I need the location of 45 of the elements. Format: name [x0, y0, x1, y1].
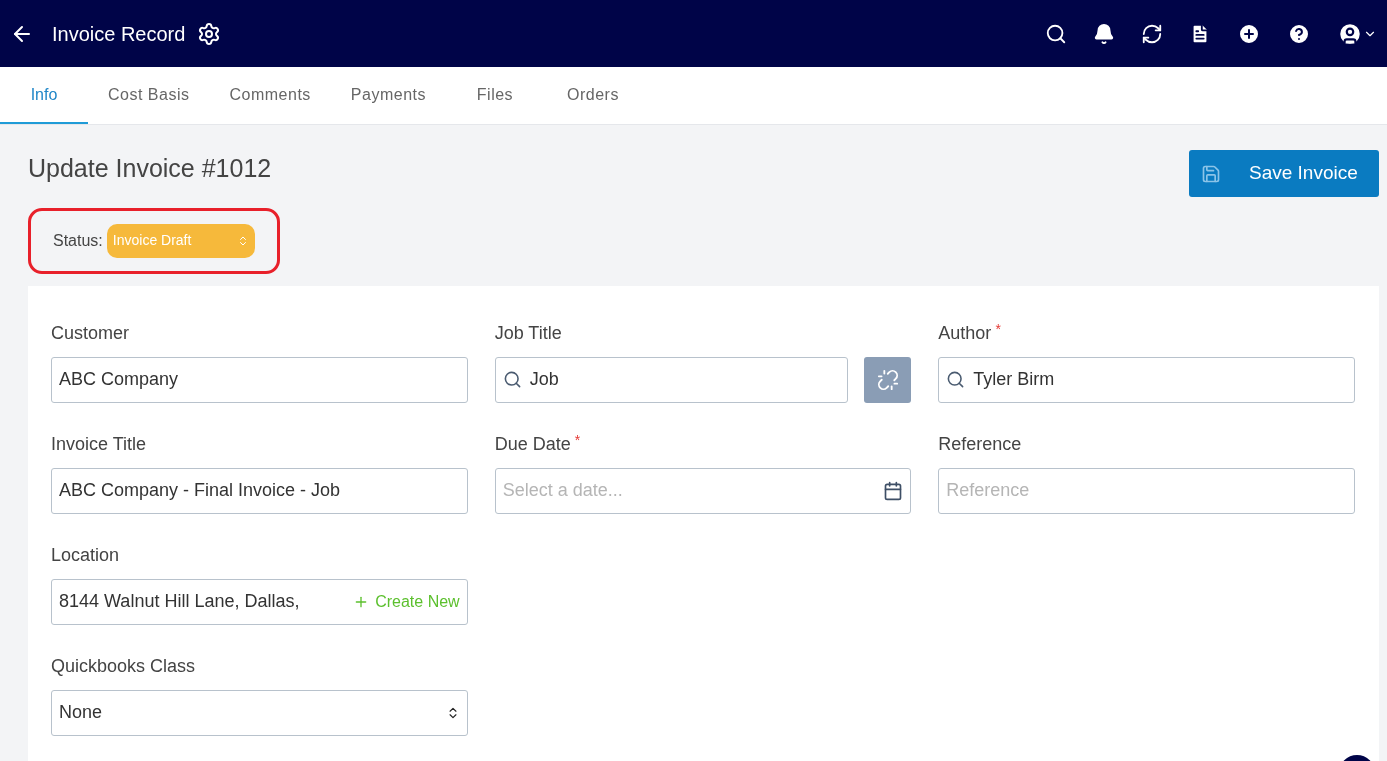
- field-label: Quickbooks Class: [51, 654, 196, 678]
- field-value: Job: [529, 368, 559, 391]
- field-label: Job Title: [494, 321, 562, 345]
- window-title: Invoice Record: [52, 21, 186, 47]
- search-icon: [502, 370, 522, 389]
- field-label: Location: [51, 543, 120, 567]
- location-field[interactable]: 8144 Walnut Hill Lane, Dallas, Create New: [51, 578, 468, 625]
- status-label: Status:: [53, 230, 103, 251]
- settings-icon[interactable]: [197, 21, 222, 46]
- input-field[interactable]: ABC Company: [51, 356, 468, 403]
- field-placeholder: Reference: [946, 479, 1030, 502]
- bell-icon[interactable]: [1093, 22, 1115, 45]
- select-arrows-icon: [237, 234, 249, 247]
- field-value: Tyler Birm: [973, 368, 1055, 391]
- tab[interactable]: Comments: [209, 67, 331, 124]
- page-title: Update Invoice #1012: [28, 153, 273, 184]
- tab[interactable]: Payments: [330, 67, 446, 124]
- field-value: ABC Company - Final Invoice - Job: [59, 479, 341, 502]
- search-field[interactable]: Job: [494, 356, 849, 403]
- tab[interactable]: Info: [0, 67, 88, 124]
- field-value: 8144 Walnut Hill Lane, Dallas,: [59, 590, 300, 613]
- field-label: Reference: [938, 432, 1022, 456]
- save-button[interactable]: Save Invoice: [1189, 150, 1379, 197]
- tab[interactable]: Orders: [543, 67, 642, 124]
- field-label: Invoice Title: [51, 432, 147, 456]
- tab[interactable]: Cost Basis: [88, 67, 210, 124]
- search-field[interactable]: Tyler Birm: [938, 356, 1355, 403]
- calendar-icon: [883, 480, 904, 501]
- select-field[interactable]: None: [51, 689, 468, 736]
- search-icon[interactable]: [1045, 22, 1067, 45]
- unlink-button[interactable]: [864, 356, 912, 403]
- sync-icon[interactable]: [1141, 22, 1163, 45]
- field-value: ABC Company: [59, 368, 179, 391]
- search-icon: [946, 370, 966, 389]
- required-mark: *: [995, 319, 1001, 338]
- field-label: Customer: [51, 321, 130, 345]
- input-field[interactable]: ABC Company - Final Invoice - Job: [51, 467, 468, 514]
- save-icon: [1201, 163, 1221, 184]
- field-value: None: [59, 701, 103, 724]
- tab[interactable]: Files: [445, 67, 544, 124]
- field-label: Due Date: [494, 432, 571, 456]
- required-mark: *: [574, 430, 581, 449]
- field-placeholder: Select a date...: [502, 479, 623, 502]
- unlink-icon: [876, 368, 899, 391]
- field-label: Author: [938, 321, 992, 345]
